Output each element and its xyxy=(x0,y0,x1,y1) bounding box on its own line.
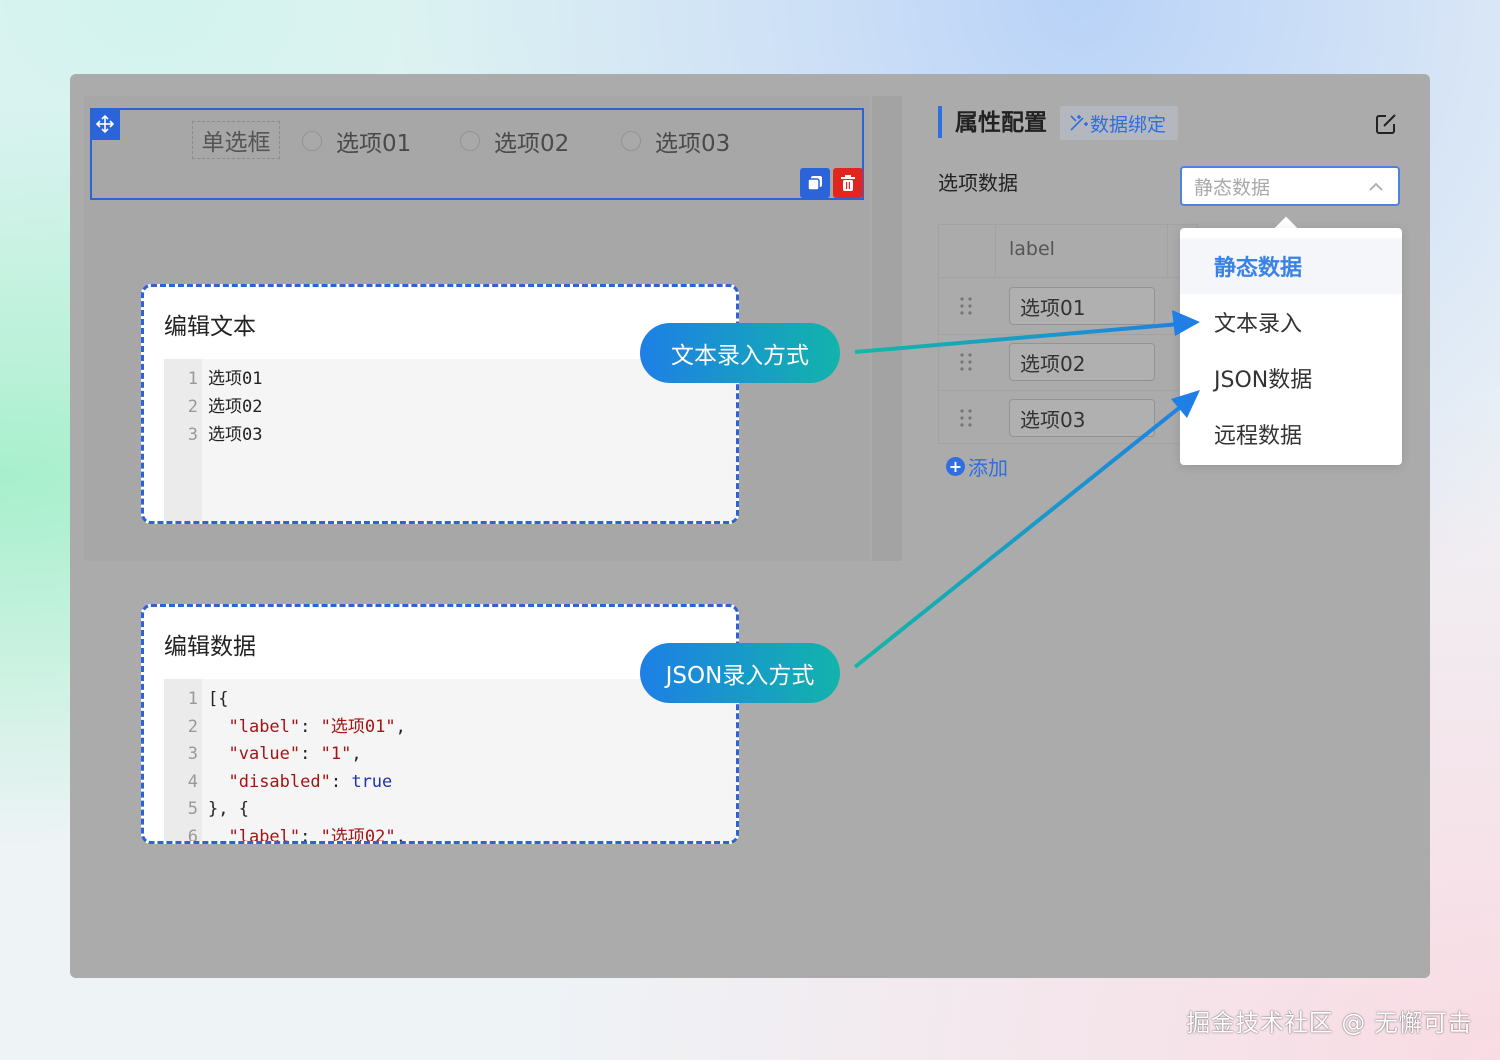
edit-json-title: 编辑数据 xyxy=(164,634,256,660)
option-label-input[interactable]: 选项02 xyxy=(1009,343,1155,381)
copy-button[interactable] xyxy=(800,168,830,198)
data-source-select[interactable]: 静态数据 xyxy=(1180,166,1400,206)
option-label-input[interactable]: 选项01 xyxy=(1009,287,1155,325)
data-binding-label: 数据绑定 xyxy=(1090,113,1167,136)
dropdown-item-text-entry[interactable]: 文本录入 xyxy=(1180,294,1402,350)
code-line: 4 "disabled": true xyxy=(164,768,393,796)
table-row: 选项01 xyxy=(939,278,1197,335)
radio-option[interactable]: 选项02 xyxy=(460,124,569,158)
line-number: 2 xyxy=(187,716,198,737)
radio-option[interactable]: 选项01 xyxy=(302,124,411,158)
line-content: "label": "选项02", xyxy=(228,826,406,844)
code-line: 3 "value": "1", xyxy=(164,740,362,768)
edit-icon[interactable] xyxy=(1374,112,1398,140)
line-number: 1 xyxy=(187,689,198,709)
line-content: [{ xyxy=(208,689,229,709)
magic-wand-icon xyxy=(1070,115,1088,131)
line-number: 6 xyxy=(187,826,198,844)
line-number: 4 xyxy=(187,771,198,792)
delete-button[interactable] xyxy=(833,168,863,198)
radio-option-label: 选项01 xyxy=(336,131,412,157)
line-content: }, { xyxy=(208,799,249,819)
radio-option-label: 选项02 xyxy=(494,131,570,157)
code-line: 6 "label": "选项02", xyxy=(164,823,406,844)
line-content: "disabled": true xyxy=(228,771,393,792)
dropdown-item-static-data[interactable]: 静态数据 xyxy=(1180,238,1402,294)
property-panel xyxy=(904,74,1430,978)
json-editor[interactable]: 1[{2 "label": "选项01", 3 "value": "1", 4 "d… xyxy=(164,679,736,841)
drag-handle-icon[interactable] xyxy=(959,352,973,372)
add-option-button[interactable]: + 添加 xyxy=(946,452,1008,481)
code-line: 3 选项03 xyxy=(164,421,263,449)
data-source-dropdown: 静态数据 文本录入 JSON数据 远程数据 xyxy=(1180,228,1402,465)
radio-circle[interactable] xyxy=(302,131,322,151)
table-header-separator xyxy=(1167,225,1168,277)
line-number: 1 xyxy=(187,369,198,389)
dropdown-item-remote-data[interactable]: 远程数据 xyxy=(1180,406,1402,462)
line-content: 选项03 xyxy=(208,425,263,445)
option-label-input[interactable]: 选项03 xyxy=(1009,399,1155,437)
radio-option-label: 选项03 xyxy=(655,131,731,157)
dropdown-item-json-data[interactable]: JSON数据 xyxy=(1180,350,1402,406)
code-line: 2 "label": "选项01", xyxy=(164,713,406,741)
plus-circle-icon: + xyxy=(946,457,965,476)
radio-circle[interactable] xyxy=(621,131,641,151)
code-line: 1 [{ xyxy=(164,685,229,713)
code-line: 5 }, { xyxy=(164,795,249,823)
add-option-label: 添加 xyxy=(968,456,1008,480)
chevron-up-icon xyxy=(1369,182,1383,191)
code-line: 2 选项02 xyxy=(164,393,263,421)
edit-json-card: 编辑数据 1[{2 "label": "选项01", 3 "value": "1"… xyxy=(141,604,739,844)
radio-circle[interactable] xyxy=(460,131,480,151)
line-number: 5 xyxy=(187,799,198,819)
radio-field-label: 单选框 xyxy=(192,121,280,159)
line-number: 3 xyxy=(187,744,198,764)
table-header-label: label xyxy=(1009,238,1055,260)
canvas-scrollbar[interactable] xyxy=(872,96,902,561)
options-table: label 选项01 选项02 选项03 xyxy=(938,224,1198,444)
move-icon[interactable] xyxy=(90,108,120,140)
json-entry-callout: JSON录入方式 xyxy=(640,643,840,703)
line-number: 2 xyxy=(187,397,198,417)
table-header-drag-col xyxy=(939,225,996,277)
line-content: "value": "1", xyxy=(228,744,362,764)
line-content: 选项02 xyxy=(208,397,263,417)
table-row: 选项03 xyxy=(939,390,1197,446)
radio-option[interactable]: 选项03 xyxy=(621,124,730,158)
text-editor[interactable]: 1 选项01 2 选项02 3 选项03 xyxy=(164,359,736,521)
trash-icon xyxy=(841,175,855,191)
drag-handle-icon[interactable] xyxy=(959,408,973,428)
edit-text-card: 编辑文本 1 选项01 2 选项02 3 选项03 xyxy=(141,284,739,524)
code-line: 1 选项01 xyxy=(164,365,263,393)
select-value: 静态数据 xyxy=(1194,176,1271,199)
drag-handle-icon[interactable] xyxy=(959,296,973,316)
option-data-label: 选项数据 xyxy=(938,171,1018,195)
panel-title-accent xyxy=(938,106,942,138)
copy-icon xyxy=(807,176,822,191)
line-number: 3 xyxy=(187,425,198,445)
panel-title: 属性配置 xyxy=(955,110,1047,136)
table-row: 选项02 xyxy=(939,334,1197,391)
line-content: 选项01 xyxy=(208,369,263,389)
watermark: 掘金技术社区 @ 无懈可击 xyxy=(1186,1009,1472,1037)
line-content: "label": "选项01", xyxy=(228,716,406,737)
data-binding-tab[interactable]: 数据绑定 xyxy=(1060,106,1179,140)
edit-text-title: 编辑文本 xyxy=(164,314,256,340)
radio-widget[interactable]: 单选框 选项01 选项02 选项03 xyxy=(90,108,864,200)
text-entry-callout: 文本录入方式 xyxy=(640,323,840,383)
table-header: label xyxy=(939,225,1197,278)
